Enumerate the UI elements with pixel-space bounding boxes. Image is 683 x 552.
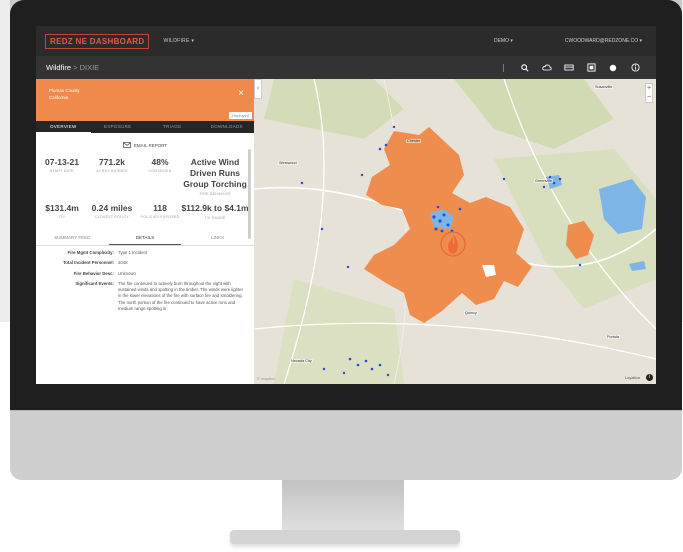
panel-scrollbar[interactable] xyxy=(248,149,251,239)
incident-header: Plumas County California × Deployed xyxy=(36,79,254,121)
logo-text: REDZ NE DASHBOARD xyxy=(50,36,145,46)
breadcrumb-separator: > xyxy=(73,63,78,72)
stat-value: 771.2k xyxy=(99,157,125,167)
detail-key: Significant Events: xyxy=(75,280,114,286)
stat-tiv: $131.4m TIV xyxy=(40,203,84,220)
tools-divider xyxy=(503,63,504,72)
stat-closest-policy: 0.24 miles CLOSEST POLICY xyxy=(84,203,140,220)
card-icon[interactable] xyxy=(558,62,580,74)
tab-links[interactable]: LINKS xyxy=(181,230,254,245)
stat-label: CLOSEST POLICY xyxy=(94,215,130,219)
stat-value: $131.4m xyxy=(45,203,79,213)
panel-tabs: OVERVIEW EXPOSURE TRIAGE DOWNLOADS xyxy=(36,121,254,133)
top-navbar: REDZ NE DASHBOARD WILDFIRE ▾ DEMO ▾ CWOO… xyxy=(36,26,656,56)
wildfire-menu[interactable]: WILDFIRE ▾ xyxy=(163,38,194,44)
email-report-button[interactable]: EMAIL REPORT xyxy=(36,142,254,148)
detail-row: Total Incident Personnel: 4048 xyxy=(44,260,246,266)
stat-label: POLICIES EXPOSED xyxy=(140,215,180,219)
stat-label: TIV RANGE xyxy=(204,216,226,220)
town-label: Chester xyxy=(406,139,422,143)
breadcrumb-current: DIXIE xyxy=(79,63,100,72)
demo-menu[interactable]: DEMO ▾ xyxy=(494,38,513,44)
breadcrumb: Wildfire > DIXIE xyxy=(46,63,99,72)
map-canvas xyxy=(254,79,656,384)
detail-value: Unknown xyxy=(118,270,136,276)
detail-key: Fire Mgmt Complexity: xyxy=(67,250,114,255)
detail-value: 4048 xyxy=(118,260,128,266)
layers-icon[interactable] xyxy=(580,62,602,74)
stat-value: 07-13-21 xyxy=(44,157,80,167)
info-icon[interactable]: i xyxy=(646,374,653,381)
monitor-chin xyxy=(10,410,682,480)
monitor-scene: REDZ NE DASHBOARD WILDFIRE ▾ DEMO ▾ CWOO… xyxy=(0,0,683,552)
cloud-icon[interactable] xyxy=(536,62,558,74)
map-attribution-logo[interactable]: © mapbox xyxy=(257,376,275,381)
stat-label: FIRE BEHAVIOR xyxy=(199,192,231,196)
tab-details[interactable]: DETAILS xyxy=(108,230,182,245)
detail-row: Fire Behavior Desc: Unknown xyxy=(44,271,246,277)
stat-value: 0.24 miles xyxy=(91,203,133,213)
town-label: Susanville xyxy=(594,85,614,89)
town-label: Nevada City xyxy=(290,359,313,363)
monitor-foot xyxy=(230,530,460,544)
stat-start-date: 07-13-21 START DATE xyxy=(40,157,84,196)
stat-label: ACRES BURNED xyxy=(96,169,128,173)
stat-label: CONTAINED xyxy=(148,169,172,173)
info-icon[interactable] xyxy=(624,62,646,74)
collapse-panel-button[interactable]: ‹ xyxy=(254,79,262,99)
detail-row: Significant Events: The fire continued t… xyxy=(44,281,246,312)
zoom-in-button[interactable]: + xyxy=(646,84,652,93)
detail-value: Type 1 Incident xyxy=(118,250,148,255)
globe-icon[interactable] xyxy=(602,62,624,74)
stat-value: 118 xyxy=(153,203,167,213)
tab-overview[interactable]: OVERVIEW xyxy=(36,121,91,133)
sub-toolbar: Wildfire > DIXIE xyxy=(36,56,656,79)
user-menu[interactable]: CWOODWARD@REDZONE.CO ▾ xyxy=(565,38,642,44)
details-list: Fire Mgmt Complexity: Type 1 Incident To… xyxy=(36,246,254,312)
app-logo[interactable]: REDZ NE DASHBOARD xyxy=(45,33,150,49)
detail-row: Fire Mgmt Complexity: Type 1 Incident xyxy=(44,250,246,256)
town-label: Portola xyxy=(606,335,621,339)
stat-label: START DATE xyxy=(49,169,75,173)
incident-panel: Plumas County California × Deployed OVER… xyxy=(36,79,254,384)
deployed-badge: Deployed xyxy=(229,112,252,119)
stat-value: 48% xyxy=(151,157,169,167)
state-label: California xyxy=(49,95,69,100)
stats-row-2: $131.4m TIV 0.24 miles CLOSEST POLICY 11… xyxy=(36,203,254,220)
stat-contained: 48% CONTAINED xyxy=(140,157,180,196)
tab-exposure[interactable]: EXPOSURE xyxy=(91,121,146,133)
zoom-control: + − xyxy=(645,83,653,103)
stat-value: Active Wind Driven Runs Group Torching xyxy=(183,157,247,189)
screen: REDZ NE DASHBOARD WILDFIRE ▾ DEMO ▾ CWOO… xyxy=(36,26,656,384)
email-report-label: EMAIL REPORT xyxy=(133,142,168,148)
tab-summary-feed[interactable]: SUMMARY FEED xyxy=(36,230,109,245)
search-icon[interactable] xyxy=(514,62,536,74)
detail-subtabs: SUMMARY FEED DETAILS LINKS xyxy=(36,230,254,246)
stat-tiv-range: $112.9k to $4.1m TIV RANGE xyxy=(180,203,250,220)
monitor-neck xyxy=(282,480,404,532)
stat-fire-behavior: Active Wind Driven Runs Group Torching F… xyxy=(180,157,250,196)
town-label: Westwood xyxy=(278,161,298,165)
stat-label: TIV xyxy=(58,215,66,219)
zoom-out-button[interactable]: − xyxy=(646,93,652,102)
stat-value: $112.9k to $4.1m xyxy=(181,203,249,213)
map-tools xyxy=(503,62,646,74)
mail-icon xyxy=(122,142,131,148)
stat-policies-exposed: 118 POLICIES EXPOSED xyxy=(140,203,180,220)
stats-row-1: 07-13-21 START DATE 771.2k ACRES BURNED … xyxy=(36,157,254,196)
stat-acres-burned: 771.2k ACRES BURNED xyxy=(84,157,140,196)
breadcrumb-section[interactable]: Wildfire xyxy=(46,63,71,72)
detail-key: Fire Behavior Desc: xyxy=(73,270,114,276)
tab-triage[interactable]: TRIAGE xyxy=(145,121,200,133)
town-label: Greenville xyxy=(534,179,554,183)
map-location-label: Loyalton xyxy=(624,375,640,380)
tab-downloads[interactable]: DOWNLOADS xyxy=(200,121,255,133)
detail-value: The fire continued to actively burn thro… xyxy=(118,280,244,312)
close-icon[interactable]: × xyxy=(238,89,244,99)
detail-key: Total Incident Personnel: xyxy=(62,260,114,266)
county-label: Plumas County xyxy=(49,88,80,93)
map-view[interactable]: Westwood Chester Greenville Quincy Porto… xyxy=(254,79,656,384)
town-label: Quincy xyxy=(464,311,478,315)
